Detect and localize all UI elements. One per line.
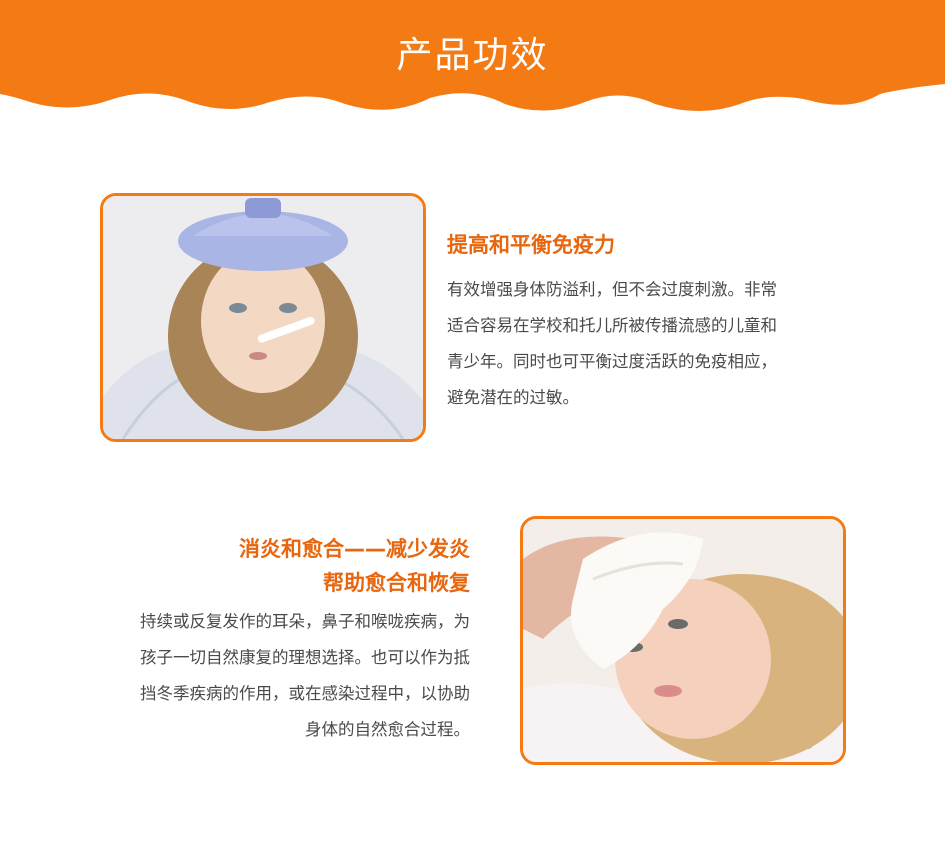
section-2-body: 持续或反复发作的耳朵，鼻子和喉咙疾病，为 孩子一切自然康复的理想选择。也可以作为… xyxy=(100,604,470,748)
section-1-body-line-2: 适合容易在学校和托儿所被传播流感的儿童和 xyxy=(447,316,777,335)
section-1-body-line-1: 有效增强身体防溢利，但不会过度刺激。非常 xyxy=(447,280,777,299)
section-2-heading-line-1: 消炎和愈合——减少发炎 xyxy=(239,537,470,561)
sick-child-cold-compress-photo xyxy=(520,516,846,765)
page-title: 产品功效 xyxy=(396,35,549,76)
section-1-body: 有效增强身体防溢利，但不会过度刺激。非常 适合容易在学校和托儿所被传播流感的儿童… xyxy=(447,272,822,416)
sick-girl-ice-pack-photo xyxy=(100,193,426,442)
header-banner: 产品功效 xyxy=(0,0,945,120)
section-2-heading-line-2: 帮助愈合和恢复 xyxy=(323,571,470,595)
section-1-body-line-3: 青少年。同时也可平衡过度活跃的免疫相应， xyxy=(447,352,777,371)
section-1-heading: 提高和平衡免疫力 xyxy=(447,228,615,262)
section-2-body-line-1: 持续或反复发作的耳朵，鼻子和喉咙疾病，为 xyxy=(140,612,470,631)
section-2-body-line-2: 孩子一切自然康复的理想选择。也可以作为抵 xyxy=(140,648,470,667)
section-1-body-line-4: 避免潜在的过敏。 xyxy=(447,388,579,407)
section-2-body-line-3: 挡冬季疾病的作用，或在感染过程中，以协助 xyxy=(140,684,470,703)
section-2-heading: 消炎和愈合——减少发炎 帮助愈合和恢复 xyxy=(160,532,470,600)
section-2-body-line-4: 身体的自然愈合过程。 xyxy=(305,720,470,739)
section-1-heading-line-1: 提高和平衡免疫力 xyxy=(447,233,615,257)
